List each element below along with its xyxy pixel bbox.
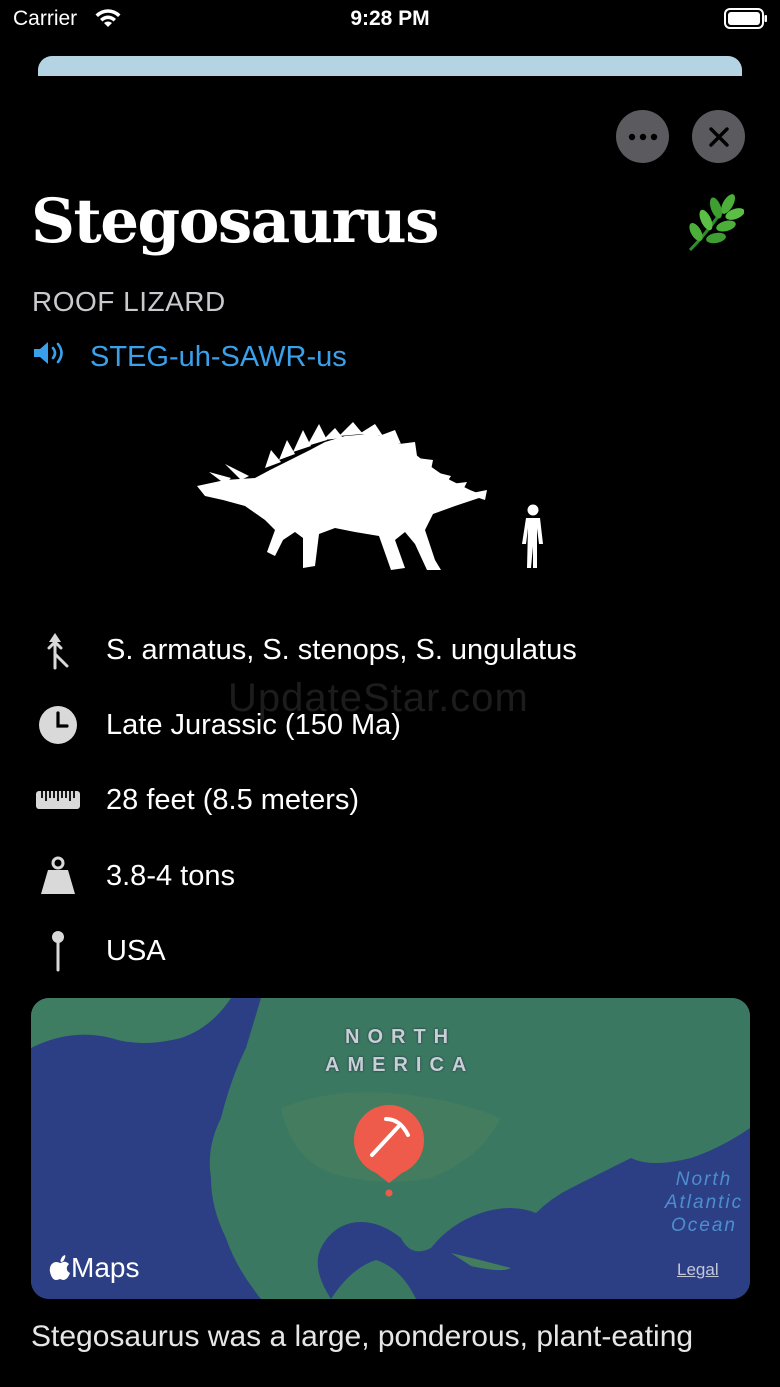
weight-icon — [34, 854, 82, 898]
ellipsis-icon — [628, 133, 657, 140]
clock-icon — [34, 703, 82, 747]
description-text: Stegosaurus was a large, ponderous, plan… — [31, 1320, 694, 1353]
fact-length-text: 28 feet (8.5 meters) — [106, 783, 360, 816]
battery-icon — [724, 8, 768, 35]
ocean-label-line3: Ocean — [671, 1215, 737, 1236]
fact-weight-text: 3.8-4 tons — [106, 859, 235, 892]
speaker-icon — [32, 340, 70, 374]
close-icon — [708, 126, 729, 147]
pronunciation-button[interactable]: STEG-uh-SAWR-us — [32, 340, 347, 374]
maps-brand-text: Maps — [71, 1252, 140, 1283]
clock-time: 9:28 PM — [350, 7, 430, 30]
parent-sheet-peek — [38, 56, 742, 76]
apple-logo-icon — [49, 1255, 70, 1280]
fact-row-location: USA — [34, 929, 166, 973]
fact-row-species: S. armatus, S. stenops, S. ungulatus — [34, 628, 577, 672]
human-silhouette — [522, 504, 543, 568]
continent-label-north: NORTH — [345, 1026, 457, 1048]
name-meaning: ROOF LIZARD — [32, 286, 226, 317]
fact-period-text: Late Jurassic (150 Ma) — [106, 708, 401, 741]
more-options-button[interactable] — [616, 110, 669, 163]
fact-row-weight: 3.8-4 tons — [34, 854, 235, 898]
continent-label-america: AMERICA — [325, 1054, 475, 1076]
ocean-label-line2: Atlantic — [664, 1192, 744, 1213]
ocean-label-line1: North — [675, 1169, 733, 1190]
fossil-location-map[interactable]: NORTH AMERICA North Atlantic Ocean Maps … — [31, 998, 750, 1299]
apple-maps-logo: Maps — [49, 1252, 139, 1284]
location-pin-icon — [34, 929, 82, 973]
evolution-branch-icon — [34, 628, 82, 672]
fact-location-text: USA — [106, 934, 166, 967]
legal-link[interactable]: Legal — [677, 1260, 719, 1280]
ruler-icon — [34, 778, 82, 822]
leaf-icon — [680, 190, 745, 261]
fossil-site-pin[interactable] — [352, 1103, 426, 1197]
size-comparison-silhouette — [195, 420, 555, 580]
pronunciation-text: STEG-uh-SAWR-us — [90, 340, 347, 373]
fact-species-text: S. armatus, S. stenops, S. ungulatus — [106, 633, 577, 666]
fact-row-period: Late Jurassic (150 Ma) — [34, 703, 401, 747]
status-bar: Carrier 9:28 PM — [0, 0, 780, 40]
fact-row-length: 28 feet (8.5 meters) — [34, 778, 359, 822]
ocean-label: North Atlantic Ocean — [659, 1168, 749, 1237]
stegosaurus-silhouette — [197, 422, 487, 570]
close-button[interactable] — [692, 110, 745, 163]
dinosaur-name: Stegosaurus — [31, 186, 439, 257]
